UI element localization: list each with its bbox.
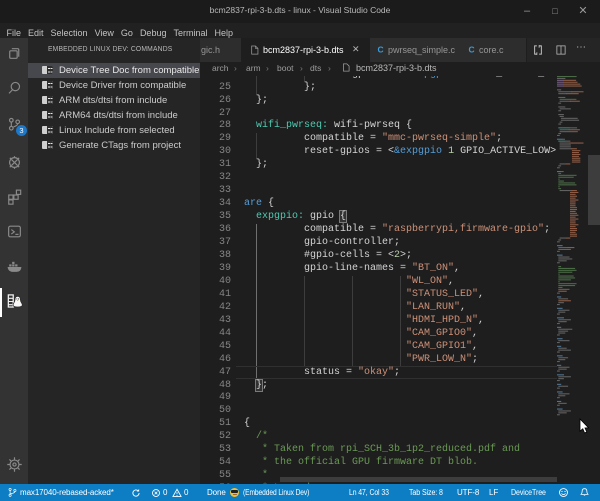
svg-text:C: C [377, 45, 383, 54]
svg-text:C: C [468, 45, 474, 54]
